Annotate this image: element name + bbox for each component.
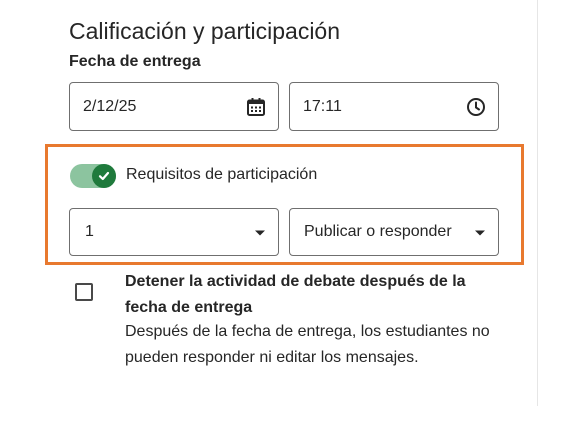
toggle-knob — [92, 164, 116, 188]
due-date-label: Fecha de entrega — [69, 53, 201, 70]
due-date-value: 2/12/25 — [83, 97, 137, 115]
checkmark-icon — [98, 171, 110, 181]
chevron-down-icon — [475, 230, 485, 236]
calendar-icon[interactable] — [246, 97, 266, 117]
participation-type-value: Publicar o responder — [304, 223, 452, 240]
participation-toggle[interactable] — [70, 164, 116, 188]
stop-activity-checkbox[interactable] — [75, 283, 93, 301]
participation-count-value: 1 — [85, 223, 94, 240]
participation-count-select[interactable]: 1 — [69, 208, 279, 256]
stop-activity-title: Detener la actividad de debate después d… — [125, 273, 466, 316]
due-time-value: 17:11 — [303, 97, 342, 115]
stop-activity-description: Después de la fecha de entrega, los estu… — [125, 323, 490, 366]
grading-participation-panel: Calificación y participación Fecha de en… — [0, 0, 538, 406]
chevron-down-icon — [255, 230, 265, 236]
clock-icon[interactable] — [466, 97, 486, 117]
section-title: Calificación y participación — [69, 18, 341, 44]
participation-toggle-label: Requisitos de participación — [126, 166, 318, 183]
participation-type-select[interactable]: Publicar o responder — [289, 208, 499, 256]
due-date-input[interactable]: 2/12/25 — [69, 82, 279, 131]
due-time-input[interactable]: 17:11 — [289, 82, 499, 131]
